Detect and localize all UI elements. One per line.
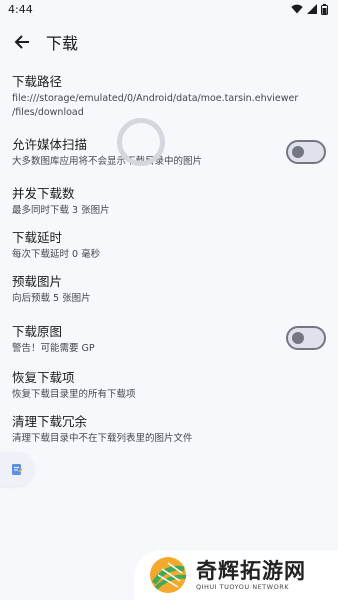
status-time: 4:44 — [8, 2, 33, 16]
battery-icon — [321, 3, 328, 15]
path-line-1: file:///storage/emulated/0/Android/data/… — [12, 93, 299, 104]
pref-title: 下载原图 — [12, 324, 63, 339]
pref-title: 预载图片 — [12, 274, 63, 289]
download-original-toggle[interactable] — [286, 326, 326, 350]
pref-summary: 每次下载延时 0 毫秒 — [12, 249, 101, 260]
watermark-cn: 奇辉拓游网 — [196, 557, 306, 583]
pref-concurrent-downloads[interactable]: 并发下载数 最多同时下载 3 张图片 — [0, 178, 338, 222]
floating-side-button[interactable] — [0, 452, 34, 486]
page-title: 下载 — [46, 34, 79, 53]
globe-logo-icon — [150, 557, 187, 593]
pref-summary: 清理下载目录中不在下载列表里的图片文件 — [12, 433, 193, 444]
pref-download-delay[interactable]: 下载延时 每次下载延时 0 毫秒 — [0, 222, 338, 266]
pref-download-path[interactable]: 下载路径 file:///storage/emulated/0/Android/… — [0, 68, 338, 126]
pref-summary: file:///storage/emulated/0/Android/data/… — [12, 92, 326, 120]
pref-clean-redundancy[interactable]: 清理下载冗余 清理下载目录中不在下载列表里的图片文件 — [0, 410, 338, 454]
note-icon — [12, 463, 23, 475]
app-bar: 下载 — [0, 18, 338, 66]
media-scan-toggle[interactable] — [286, 140, 326, 164]
pref-download-original[interactable]: 下载原图 警告！可能需要 GP — [0, 310, 338, 366]
pref-preload-images[interactable]: 预载图片 向后预载 5 张图片 — [0, 266, 338, 310]
pref-restore-downloads[interactable]: 恢复下载项 恢复下载目录里的所有下载项 — [0, 366, 338, 410]
pref-title: 允许媒体扫描 — [12, 137, 88, 152]
watermark-text: 奇辉拓游网 QIHUI TUOYOU NETWORK — [196, 557, 306, 592]
pref-summary: 恢复下载目录里的所有下载项 — [12, 389, 136, 400]
pref-title: 清理下载冗余 — [12, 414, 88, 429]
preference-list: 下载路径 file:///storage/emulated/0/Android/… — [0, 68, 338, 454]
arrow-left-icon — [14, 35, 29, 49]
toggle-thumb — [292, 332, 304, 344]
pref-title: 下载路径 — [12, 74, 63, 89]
pref-title: 下载延时 — [12, 230, 63, 245]
pref-summary: 警告！可能需要 GP — [12, 343, 95, 354]
pref-summary: 最多同时下载 3 张图片 — [12, 205, 110, 216]
toggle-thumb — [292, 146, 304, 158]
watermark: 奇辉拓游网 QIHUI TUOYOU NETWORK — [134, 550, 338, 600]
back-button[interactable] — [12, 32, 32, 52]
status-bar: 4:44 — [0, 0, 338, 18]
pref-title: 并发下载数 — [12, 186, 75, 201]
loading-spinner — [117, 118, 165, 166]
wifi-icon — [291, 4, 303, 14]
pref-title: 恢复下载项 — [12, 370, 75, 385]
status-icons — [291, 3, 328, 15]
pref-media-scan[interactable]: 允许媒体扫描 大多数图库应用将不会显示下载目录中的图片 — [0, 126, 338, 178]
cellular-icon — [307, 4, 317, 14]
pref-summary: 大多数图库应用将不会显示下载目录中的图片 — [12, 156, 203, 167]
path-line-2: /files/download — [12, 107, 84, 118]
watermark-en: QIHUI TUOYOU NETWORK — [196, 582, 289, 591]
pref-summary: 向后预载 5 张图片 — [12, 293, 91, 304]
